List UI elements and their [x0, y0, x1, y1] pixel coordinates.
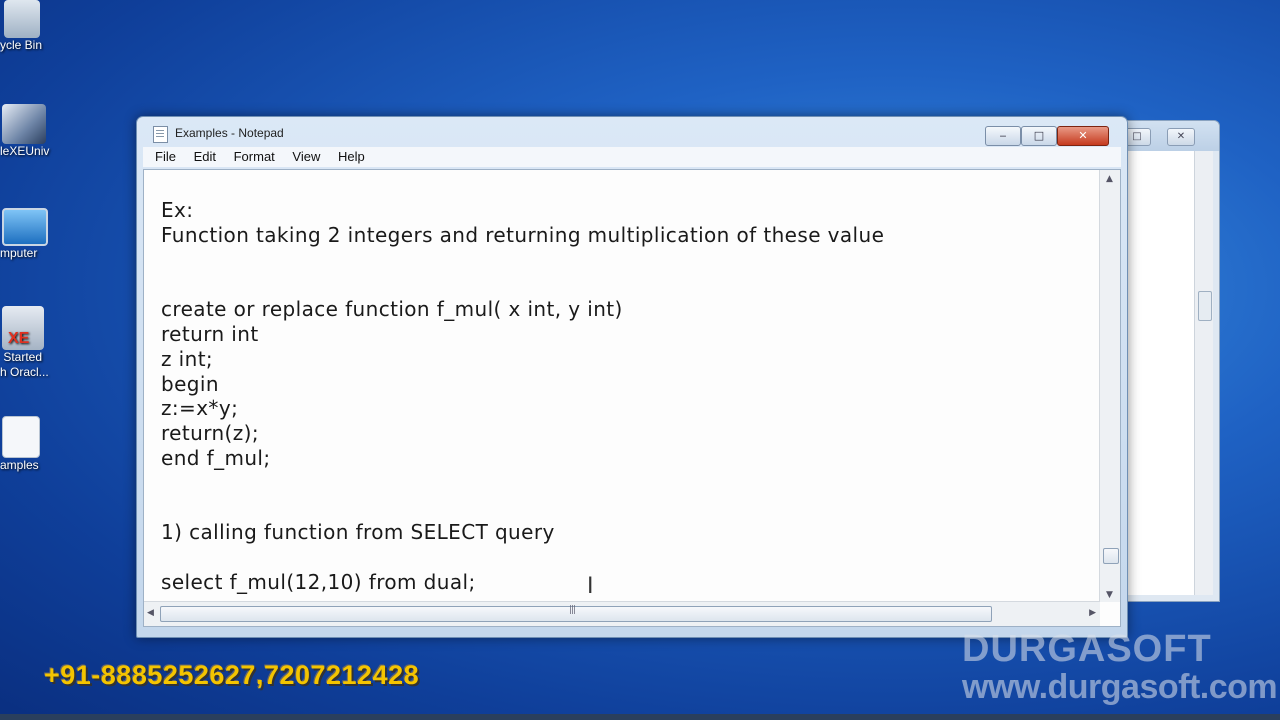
vertical-scroll-thumb[interactable] [1103, 548, 1119, 564]
text-file-icon [2, 416, 40, 458]
phone-number-watermark: +91-8885252627,7207212428 [44, 660, 420, 690]
desktop-icon-label: amples [0, 458, 39, 472]
title-bar[interactable]: Examples - Notepad ‒ □ ✕ [137, 117, 1127, 147]
menu-bar: File Edit Format View Help [143, 147, 1121, 167]
background-window-content [1125, 151, 1213, 595]
background-window-scrollbar[interactable] [1194, 151, 1213, 595]
background-window[interactable]: □ ✕ [1118, 120, 1220, 602]
background-window-titlebar[interactable]: □ ✕ [1119, 121, 1219, 151]
oracle-installer-icon [2, 104, 46, 144]
scroll-up-arrow-icon[interactable]: ▲ [1106, 174, 1113, 184]
taskbar[interactable] [0, 714, 1280, 720]
text-editor[interactable]: Ex: Function taking 2 integers and retur… [143, 169, 1121, 627]
computer-icon [2, 208, 48, 246]
scroll-left-arrow-icon[interactable]: ◀ [147, 608, 154, 618]
text-cursor-icon: I [587, 574, 594, 599]
oracle-xe-icon: XE [2, 306, 44, 350]
horizontal-scroll-thumb[interactable] [160, 605, 992, 622]
vertical-scrollbar[interactable]: ▲ ▼ [1099, 170, 1120, 602]
menu-help[interactable]: Help [338, 147, 365, 166]
desktop-icon-label: mputer [0, 246, 38, 260]
notepad-window: Examples - Notepad ‒ □ ✕ File Edit Forma… [136, 116, 1128, 638]
desktop-icon-label: leXEUniv [0, 144, 50, 158]
maximize-button[interactable]: □ [1021, 126, 1057, 146]
close-button[interactable]: ✕ [1057, 126, 1109, 146]
desktop-icon-oracle-installer[interactable]: leXEUniv [0, 104, 80, 159]
menu-view[interactable]: View [292, 147, 320, 166]
desktop-icon-examples[interactable]: amples [0, 416, 80, 473]
scroll-right-arrow-icon[interactable]: ▶ [1089, 608, 1096, 618]
desktop-icon-label: Started h Oracl... [0, 350, 49, 379]
desktop-icon-oracle-xe[interactable]: XE Started h Oracl... [0, 306, 80, 380]
notepad-icon [153, 126, 168, 143]
menu-file[interactable]: File [155, 147, 176, 166]
desktop-icon-computer[interactable]: mputer [0, 208, 80, 261]
recycle-bin-icon [4, 0, 40, 38]
editor-text[interactable]: Ex: Function taking 2 integers and retur… [161, 198, 1090, 596]
brand-url-watermark: www.durgasoft.com [962, 668, 1278, 706]
window-title: Examples - Notepad [175, 126, 284, 140]
horizontal-scrollbar[interactable]: ◀ ▶ [144, 601, 1100, 626]
minimize-button[interactable]: ‒ [985, 126, 1021, 146]
desktop-icon-label: ycle Bin [0, 38, 43, 52]
menu-edit[interactable]: Edit [194, 147, 216, 166]
scroll-down-arrow-icon[interactable]: ▼ [1106, 590, 1113, 600]
menu-format[interactable]: Format [234, 147, 275, 166]
background-window-close-button[interactable]: ✕ [1167, 128, 1195, 146]
brand-watermark: DURGASOFT [962, 628, 1212, 670]
background-window-scroll-thumb[interactable] [1198, 291, 1212, 321]
desktop-icon-recycle-bin[interactable]: ycle Bin [0, 0, 80, 53]
